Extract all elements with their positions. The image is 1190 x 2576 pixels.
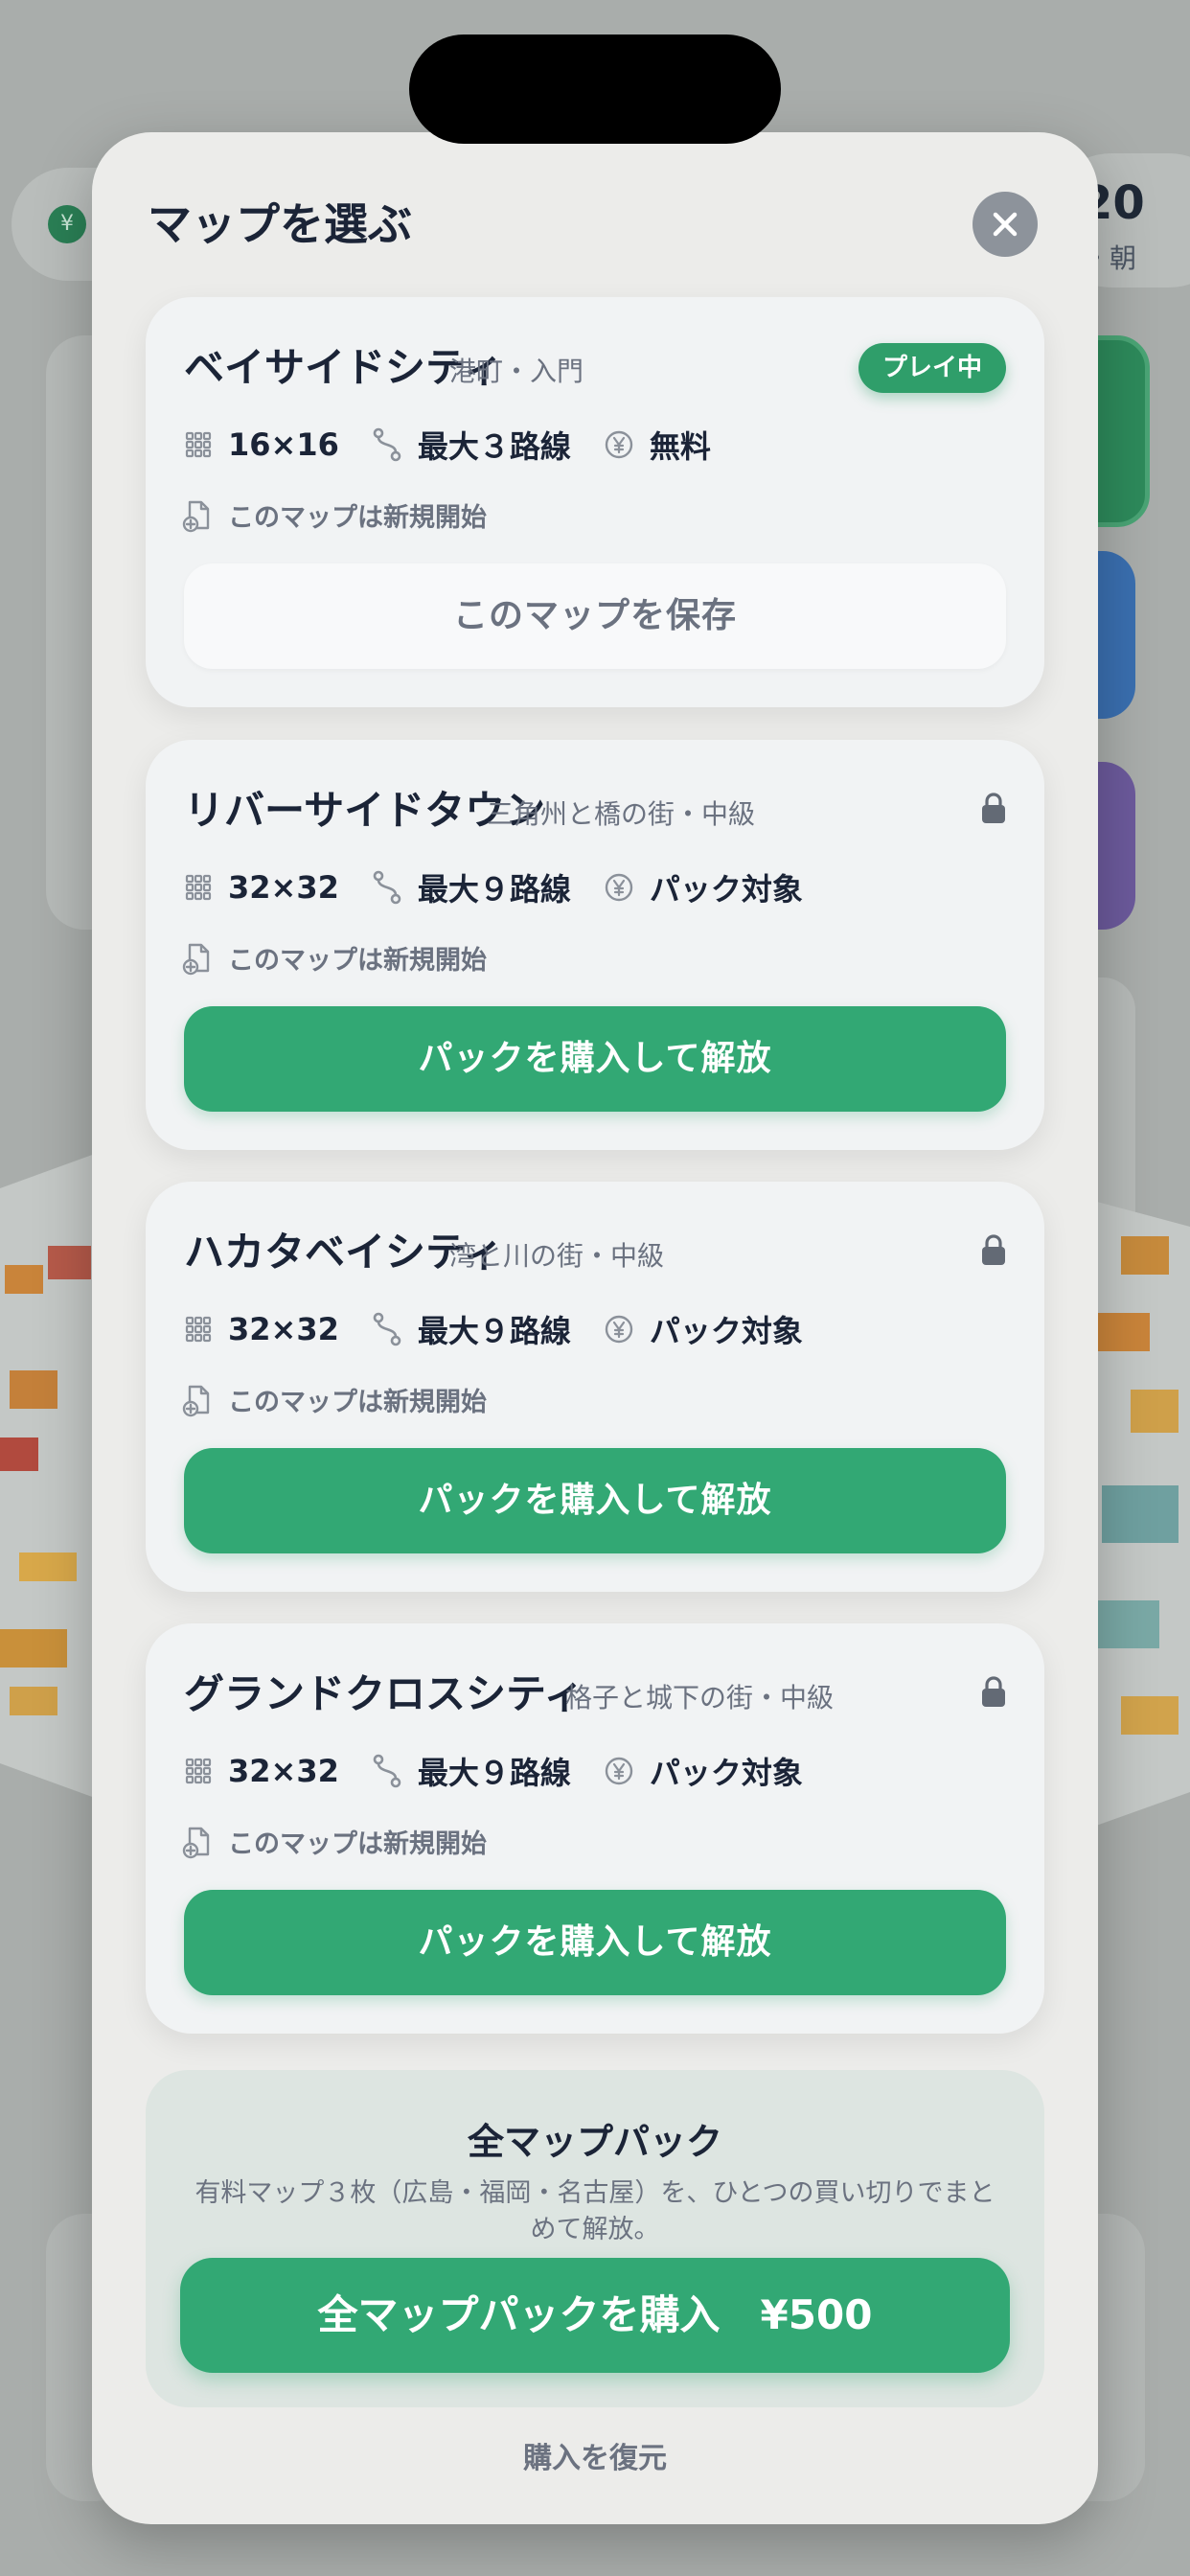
map-card[interactable]: リバーサイドタウン 三角州と橋の街・中級 32×32 最大９路線 パック対象 このマップは… — [146, 740, 1044, 1150]
playing-badge: プレイ中 — [858, 343, 1006, 393]
map-lines-stat: 最大９路線 — [372, 865, 571, 909]
map-subtitle: 港町・入門 — [449, 356, 584, 387]
map-price: パック対象 — [649, 1755, 803, 1791]
map-size-stat: 32×32 — [184, 1753, 339, 1789]
map-price-stat: 無料 — [604, 423, 711, 467]
new-file-icon — [182, 943, 210, 975]
map-price: 無料 — [649, 428, 711, 465]
bg-city-map — [0, 1150, 105, 1802]
save-state-text: このマップは新規開始 — [228, 503, 487, 533]
close-icon — [993, 212, 1018, 237]
yen-coin-icon — [605, 873, 633, 902]
map-price: パック対象 — [649, 1313, 803, 1349]
buy-pack-unlock-button[interactable]: パックを購入して解放 — [184, 1890, 1006, 1995]
route-icon — [373, 427, 401, 462]
map-stats: 32×32 最大９路線 パック対象 — [184, 1750, 835, 1792]
map-price: パック対象 — [649, 871, 803, 908]
map-subtitle: 格子と城下の街・中級 — [565, 1682, 835, 1714]
yen-coin-icon — [605, 1315, 633, 1344]
map-size: 32×32 — [228, 1753, 339, 1789]
close-button[interactable] — [973, 192, 1038, 257]
map-subtitle: 三角州と橋の街・中級 — [487, 798, 756, 830]
max-lines: 最大９路線 — [417, 871, 571, 908]
map-stats: 16×16 最大３路線 無料 — [184, 424, 744, 466]
grid-size-icon — [185, 1316, 212, 1343]
map-stats: 32×32 最大９路線 パック対象 — [184, 866, 835, 908]
save-state-text: このマップは新規開始 — [228, 1829, 487, 1859]
lock-icon — [982, 1234, 1005, 1265]
save-map-button[interactable]: このマップを保存 — [184, 564, 1006, 669]
map-lines-stat: 最大３路線 — [372, 423, 571, 467]
pack-title: 全マップパック — [467, 2121, 722, 2163]
map-size: 32×32 — [228, 1311, 339, 1347]
yen-coin-icon — [605, 430, 633, 459]
modal-title: マップを選ぶ — [148, 198, 412, 250]
map-size-stat: 32×32 — [184, 869, 339, 906]
save-state-row: このマップは新規開始 — [182, 1381, 487, 1418]
new-file-icon — [182, 500, 210, 532]
all-maps-pack-card: 全マップパック 有料マップ３枚（広島・福岡・名古屋）を、ひとつの買い切りでまとめ… — [146, 2070, 1044, 2407]
pack-description: 有料マップ３枚（広島・福岡・名古屋）を、ひとつの買い切りでまとめて解放。 — [195, 2178, 995, 2244]
yen-coin-icon — [605, 1757, 633, 1785]
route-icon — [373, 870, 401, 905]
buy-pack-unlock-button[interactable]: パックを購入して解放 — [184, 1448, 1006, 1553]
route-icon — [373, 1754, 401, 1788]
new-file-icon — [182, 1385, 210, 1416]
map-subtitle: 湾と川の街・中級 — [449, 1240, 665, 1272]
map-name: グランドクロスシティ — [184, 1670, 584, 1717]
map-stats: 32×32 最大９路線 パック対象 — [184, 1308, 835, 1350]
max-lines: 最大３路線 — [417, 428, 571, 465]
new-file-icon — [182, 1827, 210, 1858]
save-state-text: このマップは新規開始 — [228, 1388, 487, 1417]
map-lines-stat: 最大９路線 — [372, 1749, 571, 1793]
map-size-stat: 16×16 — [184, 426, 339, 463]
device-notch — [409, 34, 781, 144]
bg-yen-icon: ¥ — [48, 205, 86, 243]
map-price-stat: パック対象 — [604, 1307, 803, 1351]
save-state-row: このマップは新規開始 — [182, 496, 487, 534]
map-size-stat: 32×32 — [184, 1311, 339, 1347]
grid-size-icon — [185, 874, 212, 901]
max-lines: 最大９路線 — [417, 1755, 571, 1791]
map-price-stat: パック対象 — [604, 865, 803, 909]
map-size: 16×16 — [228, 426, 339, 463]
buy-pack-unlock-button[interactable]: パックを購入して解放 — [184, 1006, 1006, 1112]
save-state-row: このマップは新規開始 — [182, 939, 487, 977]
max-lines: 最大９路線 — [417, 1313, 571, 1349]
route-icon — [373, 1312, 401, 1346]
grid-size-icon — [185, 1758, 212, 1784]
map-card[interactable]: グランドクロスシティ 格子と城下の街・中級 32×32 最大９路線 パック対象このマップ… — [146, 1623, 1044, 2034]
map-card[interactable]: ハカタベイシティ 湾と川の街・中級 32×32 最大９路線 パック対象 このマップは新規開… — [146, 1182, 1044, 1592]
restore-purchases-link[interactable]: 購入を復元 — [92, 2434, 1098, 2476]
map-card[interactable]: ベイサイドシティ 港町・入門 プレイ中 16×16 最大３路線 無料 このマップは新規開始こ… — [146, 297, 1044, 707]
map-size: 32×32 — [228, 869, 339, 906]
grid-size-icon — [185, 431, 212, 458]
save-state-row: このマップは新規開始 — [182, 1823, 487, 1860]
map-select-modal: マップを選ぶ ベイサイドシティ 港町・入門 プレイ中 16×16 最大３路線 無料 このマッ… — [92, 132, 1098, 2524]
buy-all-maps-pack-button[interactable]: 全マップパックを購入 ¥500 — [180, 2258, 1010, 2373]
map-price-stat: パック対象 — [604, 1749, 803, 1793]
save-state-text: このマップは新規開始 — [228, 946, 487, 976]
lock-icon — [982, 793, 1005, 823]
lock-icon — [982, 1676, 1005, 1707]
map-lines-stat: 最大９路線 — [372, 1307, 571, 1351]
bg-city-map — [1083, 1198, 1190, 1830]
